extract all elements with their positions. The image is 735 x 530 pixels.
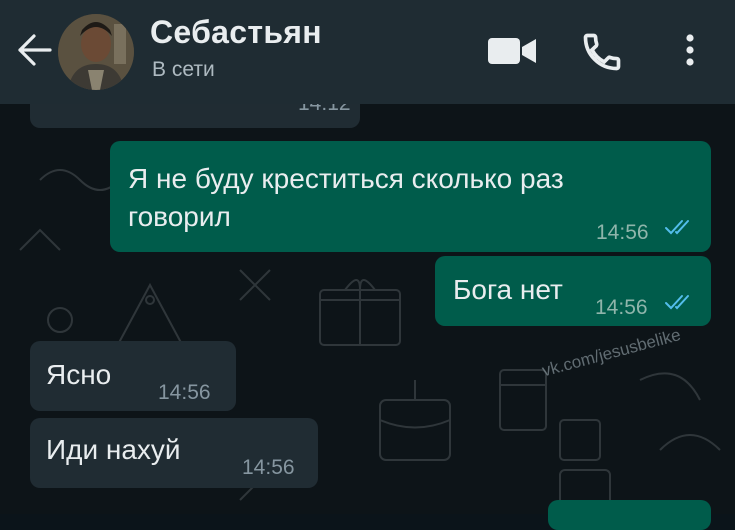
more-vertical-icon — [686, 34, 694, 66]
arrow-left-icon — [18, 34, 52, 66]
message-time: 14:56 — [596, 221, 649, 244]
video-camera-icon — [488, 38, 536, 64]
message-text: Ясно — [46, 359, 112, 390]
message-text-line: Я не буду креститься сколько раз — [128, 163, 564, 194]
partial-outgoing-bubble[interactable] — [548, 500, 711, 530]
contact-status: В сети — [152, 58, 215, 81]
voice-call-button[interactable] — [580, 30, 624, 74]
back-button[interactable] — [14, 30, 54, 70]
more-options-button[interactable] — [670, 30, 710, 74]
incoming-message-bubble[interactable]: Ясно 14:56 — [30, 341, 236, 411]
message-text: Иди нахуй — [46, 434, 181, 465]
outgoing-message-bubble[interactable]: Я не буду креститься сколько раз говорил… — [110, 141, 711, 252]
message-time: 14:56 — [595, 296, 648, 319]
contact-name[interactable]: Себастьян — [150, 14, 322, 51]
chat-header: Себастьян В сети — [0, 0, 735, 104]
message-text-line: говорил — [128, 201, 231, 232]
phone-icon — [583, 33, 621, 71]
message-time: 14:56 — [158, 381, 211, 404]
video-call-button[interactable] — [488, 30, 536, 74]
incoming-message-bubble[interactable]: Иди нахуй 14:56 — [30, 418, 318, 488]
outgoing-message-bubble[interactable]: Бога нет 14:56 — [435, 256, 711, 326]
message-time: 14:56 — [242, 456, 295, 479]
avatar[interactable] — [58, 14, 134, 90]
read-ticks-icon — [665, 220, 689, 235]
avatar-image — [58, 14, 134, 90]
read-ticks-icon — [665, 295, 689, 310]
message-text: Бога нет — [453, 274, 563, 305]
